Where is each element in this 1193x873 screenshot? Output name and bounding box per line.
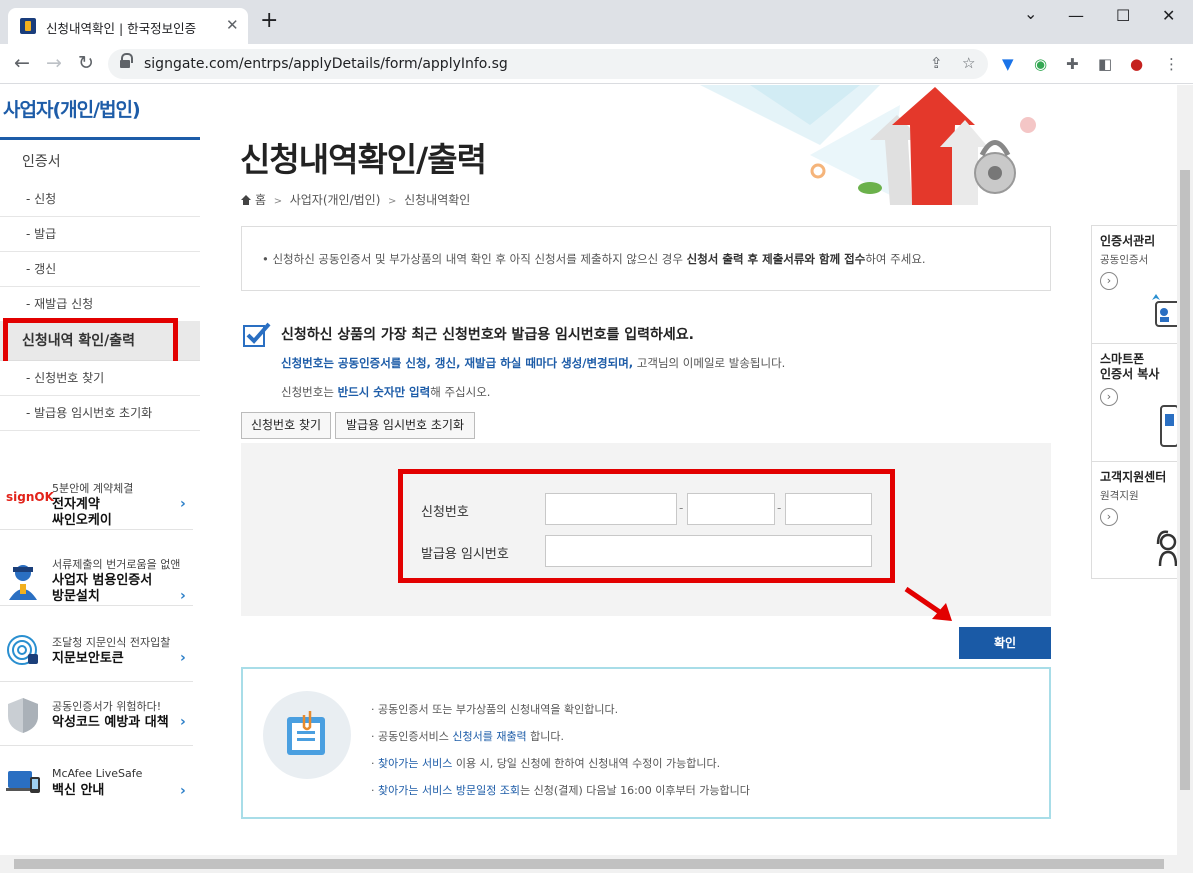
chevron-right-icon: › [180, 714, 186, 730]
devices-icon [6, 771, 40, 793]
smartphone-icon [1160, 405, 1177, 447]
ad-signok[interactable]: signOK 5분안에 계약체결 전자계약 싸인오케이 › [0, 468, 193, 530]
side-panel-icon[interactable]: ◧ [1098, 55, 1112, 73]
arrow-right-circle-icon: › [1100, 272, 1118, 290]
highlight-box-sidebar [3, 318, 178, 366]
sidebar-item-renew[interactable]: - 갱신 [0, 252, 200, 287]
browser-tab[interactable]: 신청내역확인 | 한국정보인증 ✕ [8, 8, 248, 44]
browser-toolbar: ← → ↻ signgate.com/entrps/applyDetails/f… [0, 44, 1193, 84]
extension-green-icon[interactable]: ◉ [1034, 55, 1047, 73]
quick-menu: 인증서관리 공동인증서 › 스마트폰 인증서 복사 › 고객지원센터 원격지원 … [1091, 225, 1177, 579]
fingerprint-icon [7, 635, 38, 665]
breadcrumb-business[interactable]: 사업자(개인/법인) [290, 193, 381, 207]
id-card-icon [1152, 294, 1177, 327]
notice-box: • 신청하신 공동인증서 및 부가상품의 내역 확인 후 아직 신청서를 제출하… [241, 226, 1051, 291]
breadcrumb: 홈 > 사업자(개인/법인) > 신청내역확인 [241, 191, 470, 208]
back-icon[interactable]: ← [14, 53, 30, 73]
reset-temp-no-button[interactable]: 발급용 임시번호 초기화 [335, 412, 475, 439]
headset-agent-icon [1156, 530, 1177, 567]
home-icon[interactable] [241, 195, 251, 205]
info-box: · 공동인증서 또는 부가상품의 신청내역을 확인합니다. · 공동인증서비스 … [241, 667, 1051, 819]
horizontal-scrollbar[interactable] [0, 855, 1193, 873]
instruction-title: 신청하신 상품의 가장 최근 신청번호와 발급용 임시번호를 입력하세요. [281, 327, 694, 343]
menu-kebab-icon[interactable]: ⋮ [1164, 55, 1179, 73]
sidebar-item-issue[interactable]: - 발급 [0, 217, 200, 252]
minimize-button[interactable]: — [1068, 6, 1084, 25]
info-line-4: · 찾아가는 서비스 방문일정 조회는 신청(결제) 다음날 16:00 이후부… [371, 784, 750, 797]
info-line-3: · 찾아가는 서비스 이용 시, 당일 신청에 한하여 신청내역 수정이 가능합… [371, 757, 721, 770]
close-window-button[interactable]: ✕ [1162, 6, 1175, 25]
signok-logo-icon: signOK [6, 490, 54, 504]
clipboard-icon [263, 691, 351, 779]
bookmark-star-icon[interactable]: ☆ [962, 54, 975, 72]
arrow-right-circle-icon: › [1100, 508, 1118, 526]
arrow-right-circle-icon: › [1100, 388, 1118, 406]
find-app-no-button[interactable]: 신청번호 찾기 [241, 412, 331, 439]
sidebar-item-apply[interactable]: - 신청 [0, 182, 200, 217]
new-tab-button[interactable]: + [260, 10, 278, 32]
share-icon[interactable]: ⇪ [930, 54, 943, 72]
quick-cert-manage[interactable]: 인증서관리 공동인증서 › [1092, 226, 1177, 344]
ad-malware-prevention[interactable]: 공동인증서가 위험하다! 악성코드 예방과 대책 › [0, 684, 193, 746]
instruction-line-2: 신청번호는 반드시 숫자만 입력해 주십시오. [281, 385, 491, 399]
address-bar[interactable]: signgate.com/entrps/applyDetails/form/ap… [108, 49, 988, 79]
profile-avatar-icon[interactable]: ● [1130, 55, 1143, 73]
sidebar-item-find-app-no[interactable]: - 신청번호 찾기 [0, 361, 200, 396]
breadcrumb-home[interactable]: 홈 [255, 193, 266, 207]
tab-search-icon[interactable]: ⌄ [1024, 4, 1037, 23]
checkbox-icon [243, 322, 271, 347]
sidebar-item-certificate[interactable]: 인증서 [0, 140, 200, 185]
vertical-scroll-thumb[interactable] [1180, 170, 1190, 790]
sidebar-item-reset-temp-no[interactable]: - 발급용 임시번호 초기화 [0, 396, 200, 431]
technician-icon [9, 565, 37, 600]
red-arrow-icon [904, 586, 952, 621]
web-page: 사업자(개인/법인) 인증서 - 신청 - 발급 - 갱신 - 재발급 신청 신… [0, 85, 1177, 855]
lock-icon [120, 53, 133, 69]
chevron-right-icon: › [180, 783, 186, 799]
forward-icon[interactable]: → [46, 53, 62, 73]
ad-mcafee[interactable]: McAfee LiveSafe 백신 안내 › [0, 755, 193, 817]
ad-business-cert[interactable]: 서류제출의 번거로움을 없앤 사업자 범용인증서 방문설치 › [0, 544, 193, 606]
breadcrumb-current: 신청내역확인 [404, 193, 471, 207]
ad-fingerprint-token[interactable]: 조달청 지문인식 전자입찰 지문보안토큰 › [0, 620, 193, 682]
vertical-scrollbar[interactable] [1177, 85, 1193, 855]
extensions-puzzle-icon[interactable]: ✚ [1066, 55, 1079, 73]
site-favicon-icon [20, 18, 36, 34]
tab-close-icon[interactable]: ✕ [226, 16, 239, 34]
url-text: signgate.com/entrps/applyDetails/form/ap… [144, 56, 508, 72]
sidebar-title: 사업자(개인/법인) [3, 99, 141, 121]
quick-smartphone-copy[interactable]: 스마트폰 인증서 복사 › [1092, 344, 1177, 462]
chevron-right-icon: › [180, 588, 186, 604]
reload-icon[interactable]: ↻ [78, 53, 94, 73]
shield-icon [8, 698, 38, 733]
maximize-button[interactable]: ☐ [1116, 6, 1130, 25]
confirm-button[interactable]: 확인 [959, 627, 1051, 659]
instruction-line-1: 신청번호는 공동인증서를 신청, 갱신, 재발급 하실 때마다 생성/변경되며,… [281, 356, 786, 370]
header-illustration [700, 85, 1036, 205]
tab-title: 신청내역확인 | 한국정보인증 [46, 21, 197, 36]
info-line-1: · 공동인증서 또는 부가상품의 신청내역을 확인합니다. [371, 703, 619, 716]
info-line-2: · 공동인증서비스 신청서를 재출력 합니다. [371, 730, 565, 743]
quick-customer-center[interactable]: 고객지원센터 원격지원 › [1092, 462, 1177, 580]
horizontal-scroll-thumb[interactable] [14, 859, 1164, 869]
highlight-box-inputs [398, 469, 895, 583]
sidebar-item-reissue[interactable]: - 재발급 신청 [0, 287, 200, 322]
chevron-right-icon: › [180, 650, 186, 666]
browser-tabbar: 신청내역확인 | 한국정보인증 ✕ + ⌄ — ☐ ✕ [0, 0, 1193, 44]
chevron-right-icon: › [180, 496, 186, 512]
extension-v-icon[interactable]: ▼ [1002, 55, 1014, 73]
page-title: 신청내역확인/출력 [240, 140, 487, 179]
